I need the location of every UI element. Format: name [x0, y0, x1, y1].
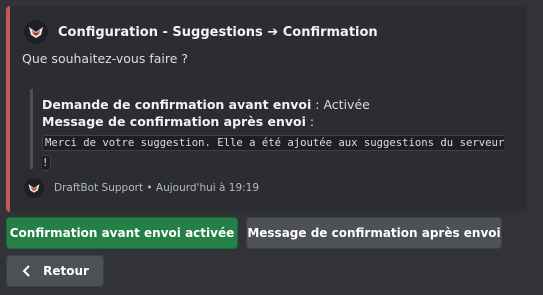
embed-author: Configuration - Suggestions ➔ Confirmati… — [24, 20, 378, 44]
confirmation-message-code: Merci de votre suggestion. Elle a été aj… — [42, 133, 512, 173]
embed-card: Configuration - Suggestions ➔ Confirmati… — [6, 6, 527, 212]
blockquote: Demande de confirmation avant envoi : Ac… — [30, 89, 516, 171]
back-button-label: Retour — [43, 264, 89, 278]
confirm-after-send-button[interactable]: Message de confirmation après envoi — [246, 217, 502, 249]
confirm-before-send-button[interactable]: Confirmation avant envoi activée — [6, 217, 238, 249]
separator: : — [311, 97, 324, 112]
footer-text: DraftBot Support • Aujourd'hui à 19:19 — [54, 182, 260, 194]
embed-footer: DraftBot Support • Aujourd'hui à 19:19 — [24, 178, 259, 198]
chevron-left-icon — [21, 265, 31, 277]
draftbot-logo-icon — [24, 178, 44, 198]
draftbot-logo-icon — [24, 20, 48, 44]
embed-title: Configuration - Suggestions ➔ Confirmati… — [58, 24, 378, 40]
back-button[interactable]: Retour — [6, 255, 104, 287]
confirm-after-line: Message de confirmation après envoi : — [42, 113, 314, 131]
confirm-after-label: Message de confirmation après envoi — [42, 114, 306, 129]
separator: : — [305, 114, 315, 129]
confirm-before-label: Demande de confirmation avant envoi — [42, 97, 312, 112]
confirm-before-value: Activée — [323, 97, 370, 112]
confirm-before-line: Demande de confirmation avant envoi : Ac… — [42, 96, 370, 114]
embed-description: Que souhaitez-vous faire ? — [22, 51, 189, 66]
inline-code: Merci de votre suggestion. Elle a été aj… — [42, 135, 505, 171]
